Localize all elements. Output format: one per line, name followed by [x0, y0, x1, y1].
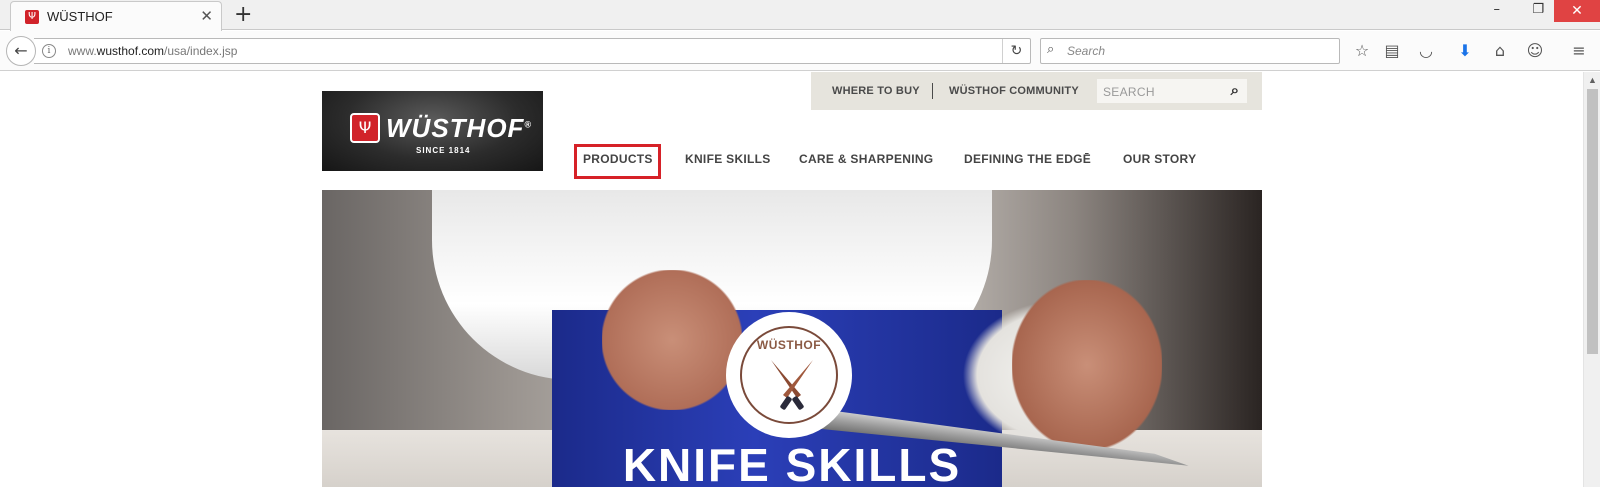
web-page: WHERE TO BUY WÜSTHOF COMMUNITY SEARCH ⌕ …	[0, 72, 1583, 487]
restore-window-icon[interactable]: ❐	[1532, 2, 1544, 17]
logo-since: SINCE 1814	[416, 146, 471, 155]
site-search-placeholder: SEARCH	[1103, 85, 1155, 99]
url-text[interactable]: www.wusthof.com/usa/index.jsp	[68, 44, 237, 58]
hero-banner[interactable]: WÜSTHOF KNIFE SKILLS	[322, 190, 1262, 487]
nav-our-story[interactable]: OUR STORY	[1123, 152, 1196, 166]
close-tab-icon[interactable]: ✕	[200, 7, 213, 25]
nav-knife-skills[interactable]: KNIFE SKILLS	[685, 152, 771, 166]
menu-icon[interactable]: ≡	[1568, 40, 1590, 62]
reading-list-icon[interactable]: ▤	[1381, 40, 1403, 62]
hero-left-hand	[602, 270, 742, 410]
new-tab-button[interactable]: +	[234, 2, 252, 27]
chat-icon[interactable]: ☺	[1524, 40, 1546, 62]
bookmark-star-icon[interactable]: ☆	[1351, 40, 1373, 62]
logo-wordmark: WÜSTHOF®	[386, 113, 533, 143]
hero-title: KNIFE SKILLS	[622, 439, 962, 487]
hero-right-hand	[1012, 280, 1162, 450]
page-scrollbar[interactable]: ▲	[1583, 72, 1600, 487]
scroll-thumb[interactable]	[1587, 89, 1598, 354]
back-button[interactable]: ←	[6, 36, 36, 66]
site-search-input[interactable]: SEARCH ⌕	[1097, 79, 1247, 103]
search-icon: ⌕	[1047, 42, 1055, 57]
tab-title: WÜSTHOF	[47, 9, 113, 24]
badge-ring: WÜSTHOF	[740, 326, 838, 424]
reload-icon[interactable]: ↻	[1002, 39, 1030, 63]
nav-defining-the-edge[interactable]: DEFINING THE EDGĒ	[964, 152, 1091, 166]
where-to-buy-link[interactable]: WHERE TO BUY	[832, 85, 920, 97]
crossed-knives-icon	[771, 360, 813, 410]
community-link[interactable]: WÜSTHOF COMMUNITY	[949, 85, 1079, 97]
browser-tab-strip: Ψ WÜSTHOF ✕ + – ❐ ✕	[0, 0, 1600, 31]
site-info-icon[interactable]: i	[42, 44, 56, 58]
minimize-window-icon[interactable]: –	[1494, 2, 1501, 17]
nav-care-sharpening[interactable]: CARE & SHARPENING	[799, 152, 933, 166]
search-icon[interactable]: ⌕	[1231, 81, 1239, 99]
scroll-up-icon[interactable]: ▲	[1584, 72, 1600, 89]
close-window-button[interactable]: ✕	[1554, 0, 1600, 22]
pocket-icon[interactable]: ◡	[1415, 40, 1437, 62]
wusthof-logo[interactable]: Ψ WÜSTHOF® SINCE 1814	[322, 91, 543, 171]
products-highlight-box	[574, 144, 661, 179]
downloads-icon[interactable]: ⬇	[1454, 40, 1476, 62]
browser-nav-bar: i www.wusthof.com/usa/index.jsp ↻ ← ⌕ Se…	[0, 31, 1600, 71]
browser-tab-wusthof[interactable]: Ψ WÜSTHOF ✕	[10, 1, 222, 31]
utility-divider	[932, 83, 933, 99]
browser-search-placeholder: Search	[1067, 44, 1106, 58]
utility-nav: WHERE TO BUY WÜSTHOF COMMUNITY SEARCH ⌕	[811, 72, 1262, 110]
trident-logo-icon: Ψ	[350, 113, 380, 143]
wusthof-favicon-icon: Ψ	[25, 10, 39, 24]
badge-wordmark: WÜSTHOF	[756, 338, 822, 352]
home-icon[interactable]: ⌂	[1489, 40, 1511, 62]
knife-skills-badge: WÜSTHOF	[729, 315, 849, 435]
browser-search-input[interactable]: ⌕ Search	[1040, 38, 1340, 64]
address-bar[interactable]: i www.wusthof.com/usa/index.jsp ↻	[34, 38, 1031, 64]
